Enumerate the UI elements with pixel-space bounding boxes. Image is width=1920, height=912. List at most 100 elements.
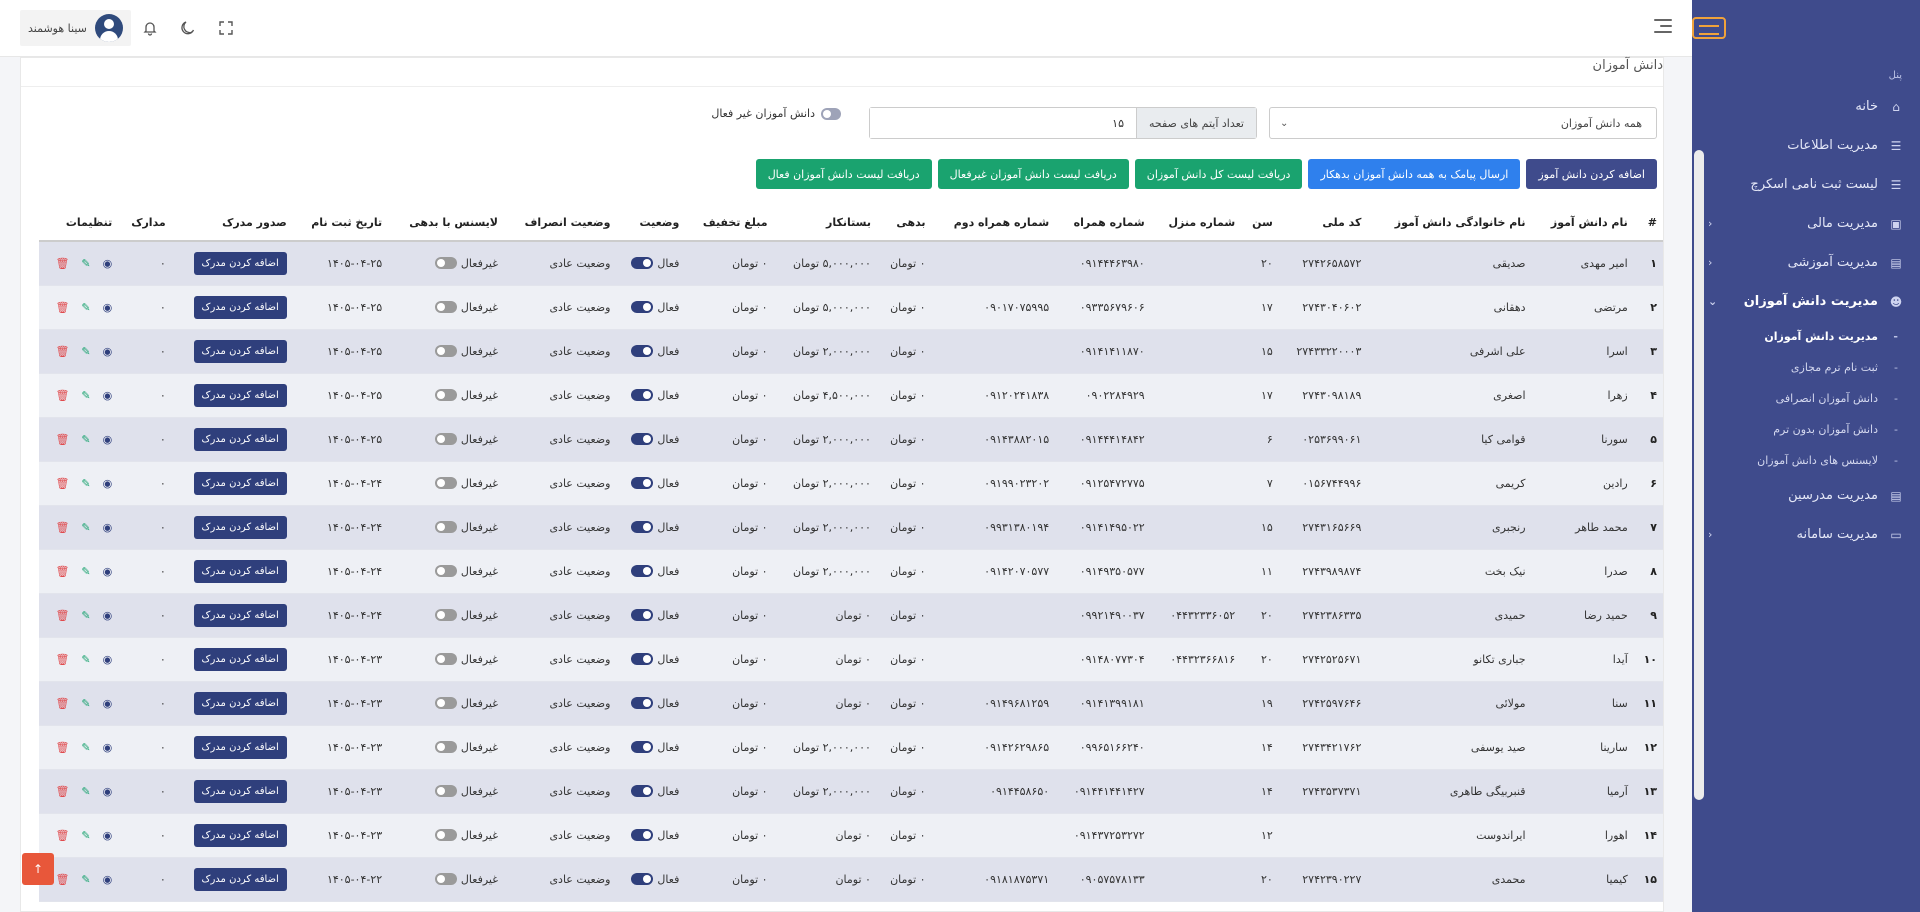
download-inactive-students-button[interactable]: دریافت لیست دانش آموزان غیرفعال xyxy=(937,159,1129,189)
add-certificate-button[interactable]: اضافه کردن مدرک xyxy=(193,427,287,451)
bell-icon[interactable] xyxy=(131,10,169,46)
inactive-students-filter[interactable]: دانش آموزان غیر فعال xyxy=(711,107,841,120)
view-icon[interactable]: ◉ xyxy=(103,609,113,622)
sidebar-item-system[interactable]: ▭ مدیریت سامانه ‹ xyxy=(1692,515,1920,554)
edit-icon[interactable]: ✎ xyxy=(81,829,90,842)
status-toggle[interactable]: فعال xyxy=(631,345,679,358)
delete-icon[interactable]: 🗑 xyxy=(55,433,69,446)
license-toggle[interactable]: غیرفعال xyxy=(434,257,498,270)
status-toggle[interactable]: فعال xyxy=(631,565,679,578)
sidebar-item-scratch-registrations[interactable]: ☰ لیست ثبت نامی اسکرچ xyxy=(1692,165,1920,204)
sidebar-item-home[interactable]: ⌂ خانه xyxy=(1692,87,1920,126)
status-toggle[interactable]: فعال xyxy=(631,609,679,622)
status-toggle[interactable]: فعال xyxy=(631,521,679,534)
sidebar-item-education[interactable]: ▤ مدیریت آموزشی ‹ xyxy=(1692,243,1920,282)
license-toggle[interactable]: غیرفعال xyxy=(434,389,498,402)
edit-icon[interactable]: ✎ xyxy=(81,345,90,358)
status-toggle[interactable]: فعال xyxy=(631,301,679,314)
download-active-students-button[interactable]: دریافت لیست دانش آموزان فعال xyxy=(755,159,932,189)
add-certificate-button[interactable]: اضافه کردن مدرک xyxy=(193,603,287,627)
sidebar-item-students[interactable]: ☻ مدیریت دانش آموزان ⌄ xyxy=(1692,282,1920,321)
add-certificate-button[interactable]: اضافه کردن مدرک xyxy=(193,867,287,891)
delete-icon[interactable]: 🗑 xyxy=(55,301,69,314)
table-row[interactable]: ۱۲ سارینا صید یوسفی ۲۷۴۳۴۲۱۷۶۲ ۱۴ ۰۹۹۶۵۱۶۶۲۴۰… xyxy=(39,725,1663,770)
page-size-input[interactable] xyxy=(870,108,1136,138)
status-toggle[interactable]: فعال xyxy=(631,829,679,842)
table-row[interactable]: ۸ صدرا نیک بخت ۲۷۴۳۹۸۹۸۷۴ ۱۱ ۰۹۱۴۹۳۵۰۵۷۷ ۰۹۱۴۲… xyxy=(39,549,1663,594)
view-icon[interactable]: ◉ xyxy=(103,477,113,490)
delete-icon[interactable]: 🗑 xyxy=(55,389,69,402)
table-row[interactable]: ۱۰ آیدا جباری تکانو ۲۷۴۲۵۲۵۶۷۱ ۲۰ ۰۴۴۳۲۳۶۶۸۱۶… xyxy=(39,637,1663,682)
view-icon[interactable]: ◉ xyxy=(103,565,113,578)
view-icon[interactable]: ◉ xyxy=(103,741,113,754)
license-toggle[interactable]: غیرفعال xyxy=(434,477,498,490)
edit-icon[interactable]: ✎ xyxy=(81,609,90,622)
view-icon[interactable]: ◉ xyxy=(103,697,113,710)
edit-icon[interactable]: ✎ xyxy=(81,653,90,666)
sidebar-scrollbar[interactable] xyxy=(1694,150,1704,800)
add-certificate-button[interactable]: اضافه کردن مدرک xyxy=(193,647,287,671)
license-toggle[interactable]: غیرفعال xyxy=(434,345,498,358)
delete-icon[interactable]: 🗑 xyxy=(55,565,69,578)
license-toggle[interactable]: غیرفعال xyxy=(434,829,498,842)
sidebar-item-info-management[interactable]: ☰ مدیریت اطلاعات xyxy=(1692,126,1920,165)
student-filter-select[interactable]: همه دانش آموزان ⌄ xyxy=(1269,107,1657,139)
license-toggle[interactable]: غیرفعال xyxy=(434,653,498,666)
status-toggle[interactable]: فعال xyxy=(631,653,679,666)
delete-icon[interactable]: 🗑 xyxy=(55,697,69,710)
delete-icon[interactable]: 🗑 xyxy=(55,345,69,358)
edit-icon[interactable]: ✎ xyxy=(81,697,90,710)
view-icon[interactable]: ◉ xyxy=(103,653,113,666)
license-toggle[interactable]: غیرفعال xyxy=(434,609,498,622)
add-certificate-button[interactable]: اضافه کردن مدرک xyxy=(193,691,287,715)
view-icon[interactable]: ◉ xyxy=(103,345,113,358)
license-toggle[interactable]: غیرفعال xyxy=(434,565,498,578)
view-icon[interactable]: ◉ xyxy=(103,873,113,886)
sidebar-subitem-cancelled-students[interactable]: - دانش آموزان انصرافی xyxy=(1692,383,1920,414)
moon-icon[interactable] xyxy=(169,10,207,46)
delete-icon[interactable]: 🗑 xyxy=(55,829,69,842)
table-row[interactable]: ۴ زهرا اصغری ۲۷۴۳۰۹۸۱۸۹ ۱۷ ۰۹۰۲۲۸۴۹۲۹ ۰۹۱۲۰۲۴۱… xyxy=(39,373,1663,418)
add-certificate-button[interactable]: اضافه کردن مدرک xyxy=(193,471,287,495)
status-toggle[interactable]: فعال xyxy=(631,785,679,798)
table-row[interactable]: ۱۳ آرمیا قنبربیگی طاهری ۲۷۴۳۵۳۷۳۷۱ ۱۴ ۰۹۱۴۴۱۴… xyxy=(39,769,1663,814)
delete-icon[interactable]: 🗑 xyxy=(55,257,69,270)
table-row[interactable]: ۲ مرتضی دهقانی ۲۷۴۳۰۴۰۶۰۲ ۱۷ ۰۹۳۳۵۶۷۹۶۰۶ ۰۹۰۱۷… xyxy=(39,285,1663,330)
add-certificate-button[interactable]: اضافه کردن مدرک xyxy=(193,779,287,803)
table-row[interactable]: ۵ سورنا قوامی کیا ۰۲۵۳۶۹۹۰۶۱ ۶ ۰۹۱۴۴۴۱۴۸۴۲ ۰۹۱… xyxy=(39,417,1663,462)
view-icon[interactable]: ◉ xyxy=(103,785,113,798)
table-row[interactable]: ۳ اسرا علی اشرفی ۲۷۴۳۳۲۲۰۰۰۳ ۱۵ ۰۹۱۴۱۴۱۱۸۷۰ ۰ … xyxy=(39,329,1663,374)
edit-icon[interactable]: ✎ xyxy=(81,433,90,446)
add-certificate-button[interactable]: اضافه کردن مدرک xyxy=(193,383,287,407)
status-toggle[interactable]: فعال xyxy=(631,741,679,754)
table-row[interactable]: ۱۵ کیمیا محمدی ۲۷۴۲۳۹۰۲۲۷ ۲۰ ۰۹۰۵۷۵۷۸۱۳۳ ۰۹۱۸۱… xyxy=(39,857,1663,902)
add-certificate-button[interactable]: اضافه کردن مدرک xyxy=(193,559,287,583)
license-toggle[interactable]: غیرفعال xyxy=(434,433,498,446)
license-toggle[interactable]: غیرفعال xyxy=(434,741,498,754)
add-certificate-button[interactable]: اضافه کردن مدرک xyxy=(193,339,287,363)
delete-icon[interactable]: 🗑 xyxy=(55,609,69,622)
add-certificate-button[interactable]: اضافه کردن مدرک xyxy=(193,735,287,759)
table-row[interactable]: ۷ محمد طاهر رنجبری ۲۷۴۳۱۶۵۶۶۹ ۱۵ ۰۹۱۴۱۴۹۵۰۲۲ ۰… xyxy=(39,505,1663,550)
license-toggle[interactable]: غیرفعال xyxy=(434,697,498,710)
download-all-students-button[interactable]: دریافت لیست کل دانش آموزان xyxy=(1134,159,1303,189)
sidebar-subitem-no-term-students[interactable]: - دانش آموزان بدون ترم xyxy=(1692,414,1920,445)
license-toggle[interactable]: غیرفعال xyxy=(434,521,498,534)
scroll-to-top-button[interactable]: ↑ xyxy=(22,853,54,885)
license-toggle[interactable]: غیرفعال xyxy=(434,873,498,886)
sidebar-subitem-students-management[interactable]: - مدیریت دانش آموزان xyxy=(1692,321,1920,352)
license-toggle[interactable]: غیرفعال xyxy=(434,301,498,314)
status-toggle[interactable]: فعال xyxy=(631,433,679,446)
status-toggle[interactable]: فعال xyxy=(631,257,679,270)
sms-debtors-button[interactable]: ارسال پیامک به همه دانش آموزان بدهکار xyxy=(1308,159,1521,189)
add-student-button[interactable]: اضافه کردن دانش آموز xyxy=(1526,159,1657,189)
table-row[interactable]: ۶ رادین کریمی ۰۱۵۶۷۴۴۹۹۶ ۷ ۰۹۱۲۵۴۷۲۷۷۵ ۰۹۱۹۹۰۲… xyxy=(39,461,1663,506)
edit-icon[interactable]: ✎ xyxy=(81,873,90,886)
status-toggle[interactable]: فعال xyxy=(631,873,679,886)
add-certificate-button[interactable]: اضافه کردن مدرک xyxy=(193,515,287,539)
table-row[interactable]: ۱۴ اهورا ایراندوست ۱۲ ۰۹۱۴۳۷۲۵۳۲۷۲ ۰ تومان ۰ ت… xyxy=(39,813,1663,858)
delete-icon[interactable]: 🗑 xyxy=(55,873,69,886)
sidebar-subitem-student-licenses[interactable]: - لایسنس های دانش آموزان xyxy=(1692,445,1920,476)
status-toggle[interactable]: فعال xyxy=(631,389,679,402)
table-row[interactable]: ۹ حمید رضا حمیدی ۲۷۴۲۳۸۶۳۳۵ ۲۰ ۰۴۴۳۲۳۳۶۰۵۲ ۰۹۹… xyxy=(39,593,1663,638)
